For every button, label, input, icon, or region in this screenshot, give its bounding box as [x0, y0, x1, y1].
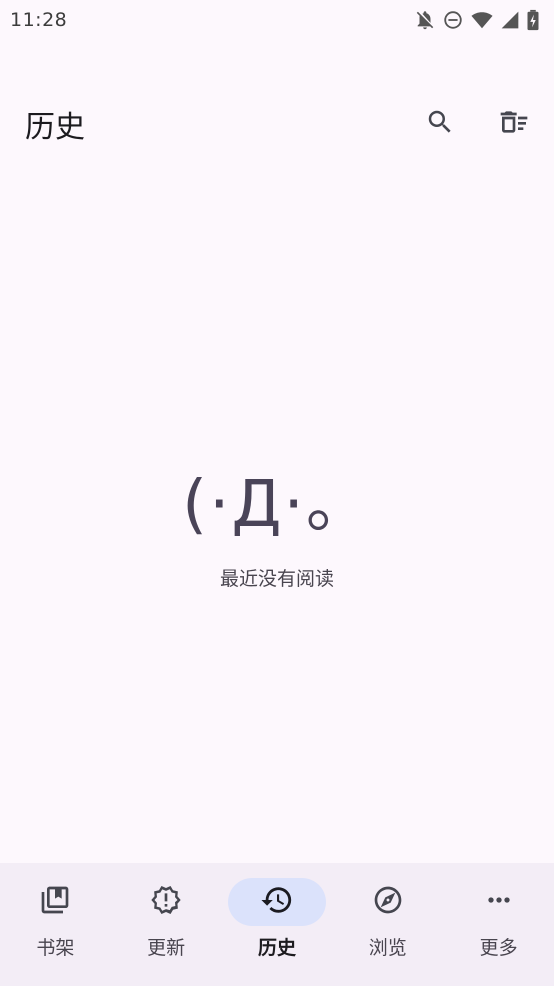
wifi-icon — [470, 9, 494, 31]
nav-item-library[interactable]: 书架 — [0, 863, 110, 986]
empty-message: 最近没有阅读 — [219, 568, 334, 590]
top-actions — [420, 104, 534, 144]
nav-label-updates: 更新 — [147, 937, 186, 959]
battery-charging-icon — [526, 9, 540, 31]
empty-state: (·Д·。 最近没有阅读 — [0, 462, 554, 591]
app-root: 11:28 历史 (·Д·。 最近没有阅读 书架 更新 历史 浏览 更多 — [0, 0, 554, 986]
updates-icon — [150, 884, 182, 920]
page-title: 历史 — [25, 110, 85, 145]
nav-indicator — [6, 878, 104, 926]
nav-indicator — [450, 878, 548, 926]
bell-off-icon — [414, 9, 436, 31]
nav-indicator — [117, 878, 215, 926]
search-button[interactable] — [420, 104, 460, 144]
delete-sweep-icon — [498, 106, 530, 142]
history-icon — [260, 883, 294, 921]
nav-item-browse[interactable]: 浏览 — [333, 863, 443, 986]
top-app-bar: 历史 — [0, 92, 554, 156]
nav-label-library: 书架 — [36, 937, 75, 959]
nav-indicator-active — [227, 878, 326, 926]
library-icon — [39, 884, 71, 920]
nav-item-history[interactable]: 历史 — [222, 863, 332, 986]
search-icon — [425, 107, 455, 141]
nav-label-browse: 浏览 — [368, 937, 407, 959]
nav-label-history: 历史 — [257, 937, 296, 959]
bottom-navigation: 书架 更新 历史 浏览 更多 — [0, 863, 554, 986]
nav-label-more: 更多 — [479, 937, 518, 959]
status-icons — [414, 9, 540, 31]
status-bar: 11:28 — [0, 0, 554, 40]
nav-item-updates[interactable]: 更新 — [111, 863, 221, 986]
signal-icon — [500, 9, 520, 31]
empty-kaomoji: (·Д·。 — [182, 468, 372, 542]
status-time: 11:28 — [10, 9, 68, 31]
compass-icon — [372, 884, 404, 920]
nav-indicator — [339, 878, 437, 926]
nav-item-more[interactable]: 更多 — [444, 863, 554, 986]
do-not-disturb-icon — [442, 9, 464, 31]
delete-sweep-button[interactable] — [494, 104, 534, 144]
more-horiz-icon — [483, 884, 515, 920]
